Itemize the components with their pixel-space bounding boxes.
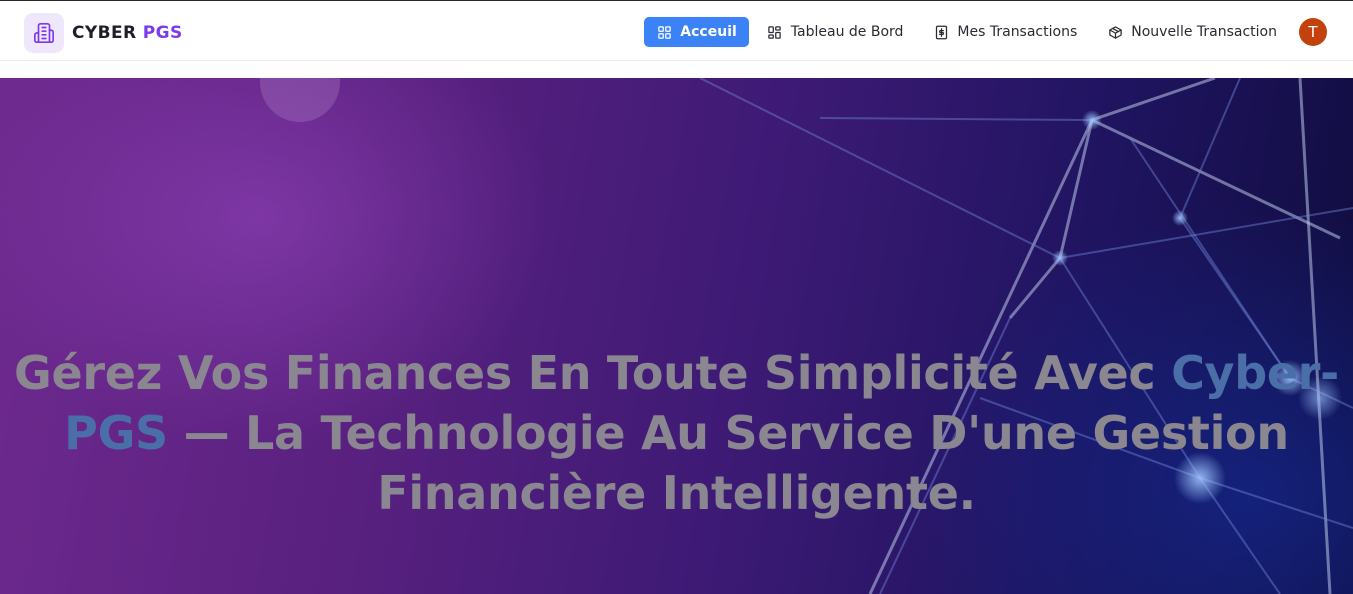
hero-title-text: Gérez Vos Finances En Toute Simplicité A… [14,346,1172,400]
nav-item-accueil[interactable]: Acceuil [644,17,749,47]
nav-item-nouvelle-transaction[interactable]: Nouvelle Transaction [1095,17,1289,47]
hero-title-text-end: — La Technologie Au Service D'une Gestio… [167,406,1290,520]
nav-item-label: Mes Transactions [957,24,1078,40]
nav-item-label: Acceuil [680,24,737,40]
brand-name-part2: PGS [142,23,183,43]
package-icon [1107,24,1123,40]
dollar-document-icon [933,24,949,40]
grid-icon [656,24,672,40]
brand-name: CYBER PGS [72,23,183,43]
building-icon [24,13,64,53]
hero-title: Gérez Vos Finances En Toute Simplicité A… [10,343,1343,523]
nav-item-mes-transactions[interactable]: Mes Transactions [921,17,1089,47]
nav-item-tableau-de-bord[interactable]: Tableau de Bord [755,17,916,47]
hero-banner: Gérez Vos Finances En Toute Simplicité A… [0,78,1353,594]
nav-item-label: Nouvelle Transaction [1131,24,1277,40]
brand-name-part1: CYBER [72,23,137,43]
main-nav: Acceuil Tableau de Bord Mes Transactions [638,17,1327,47]
user-avatar[interactable]: T [1299,18,1327,46]
navbar: CYBER PGS Acceuil Tableau de Bord Mes Tr… [0,1,1353,61]
nav-item-label: Tableau de Bord [790,24,904,40]
dashboard-icon [767,24,783,40]
brand[interactable]: CYBER PGS [24,13,183,53]
